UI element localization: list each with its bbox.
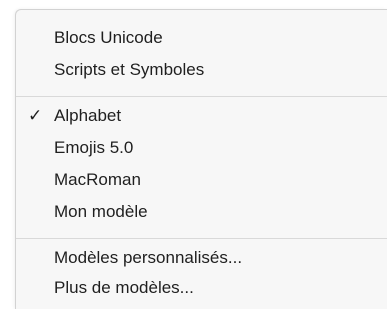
menu-item-macroman[interactable]: MacRoman [16, 166, 387, 194]
menu-item-label: Scripts et Symboles [54, 60, 205, 79]
menu-item-label: Modèles personnalisés... [54, 248, 243, 267]
menu-separator [16, 96, 387, 97]
menu-item-alphabet[interactable]: ✓ Alphabet [16, 102, 387, 130]
menu-item-modeles-personnalises[interactable]: Modèles personnalisés... [16, 244, 387, 272]
menu-item-label: MacRoman [54, 170, 141, 189]
menu-item-label: Alphabet [54, 106, 122, 125]
context-menu: Blocs Unicode Scripts et Symboles ✓ Alph… [15, 9, 387, 309]
menu-item-blocs-unicode[interactable]: Blocs Unicode [16, 24, 387, 52]
menu-item-label: Blocs Unicode [54, 28, 163, 47]
menu-item-label: Plus de modèles... [54, 278, 194, 297]
menu-item-mon-modele[interactable]: Mon modèle [16, 198, 387, 226]
menu-item-emojis[interactable]: Emojis 5.0 [16, 134, 387, 162]
menu-item-plus-de-modeles[interactable]: Plus de modèles... [16, 274, 387, 302]
menu-item-scripts-et-symboles[interactable]: Scripts et Symboles [16, 56, 387, 84]
menu-separator [16, 238, 387, 239]
checkmark-icon: ✓ [28, 106, 43, 125]
menu-item-label: Mon modèle [54, 202, 148, 221]
menu-item-label: Emojis 5.0 [54, 138, 134, 157]
